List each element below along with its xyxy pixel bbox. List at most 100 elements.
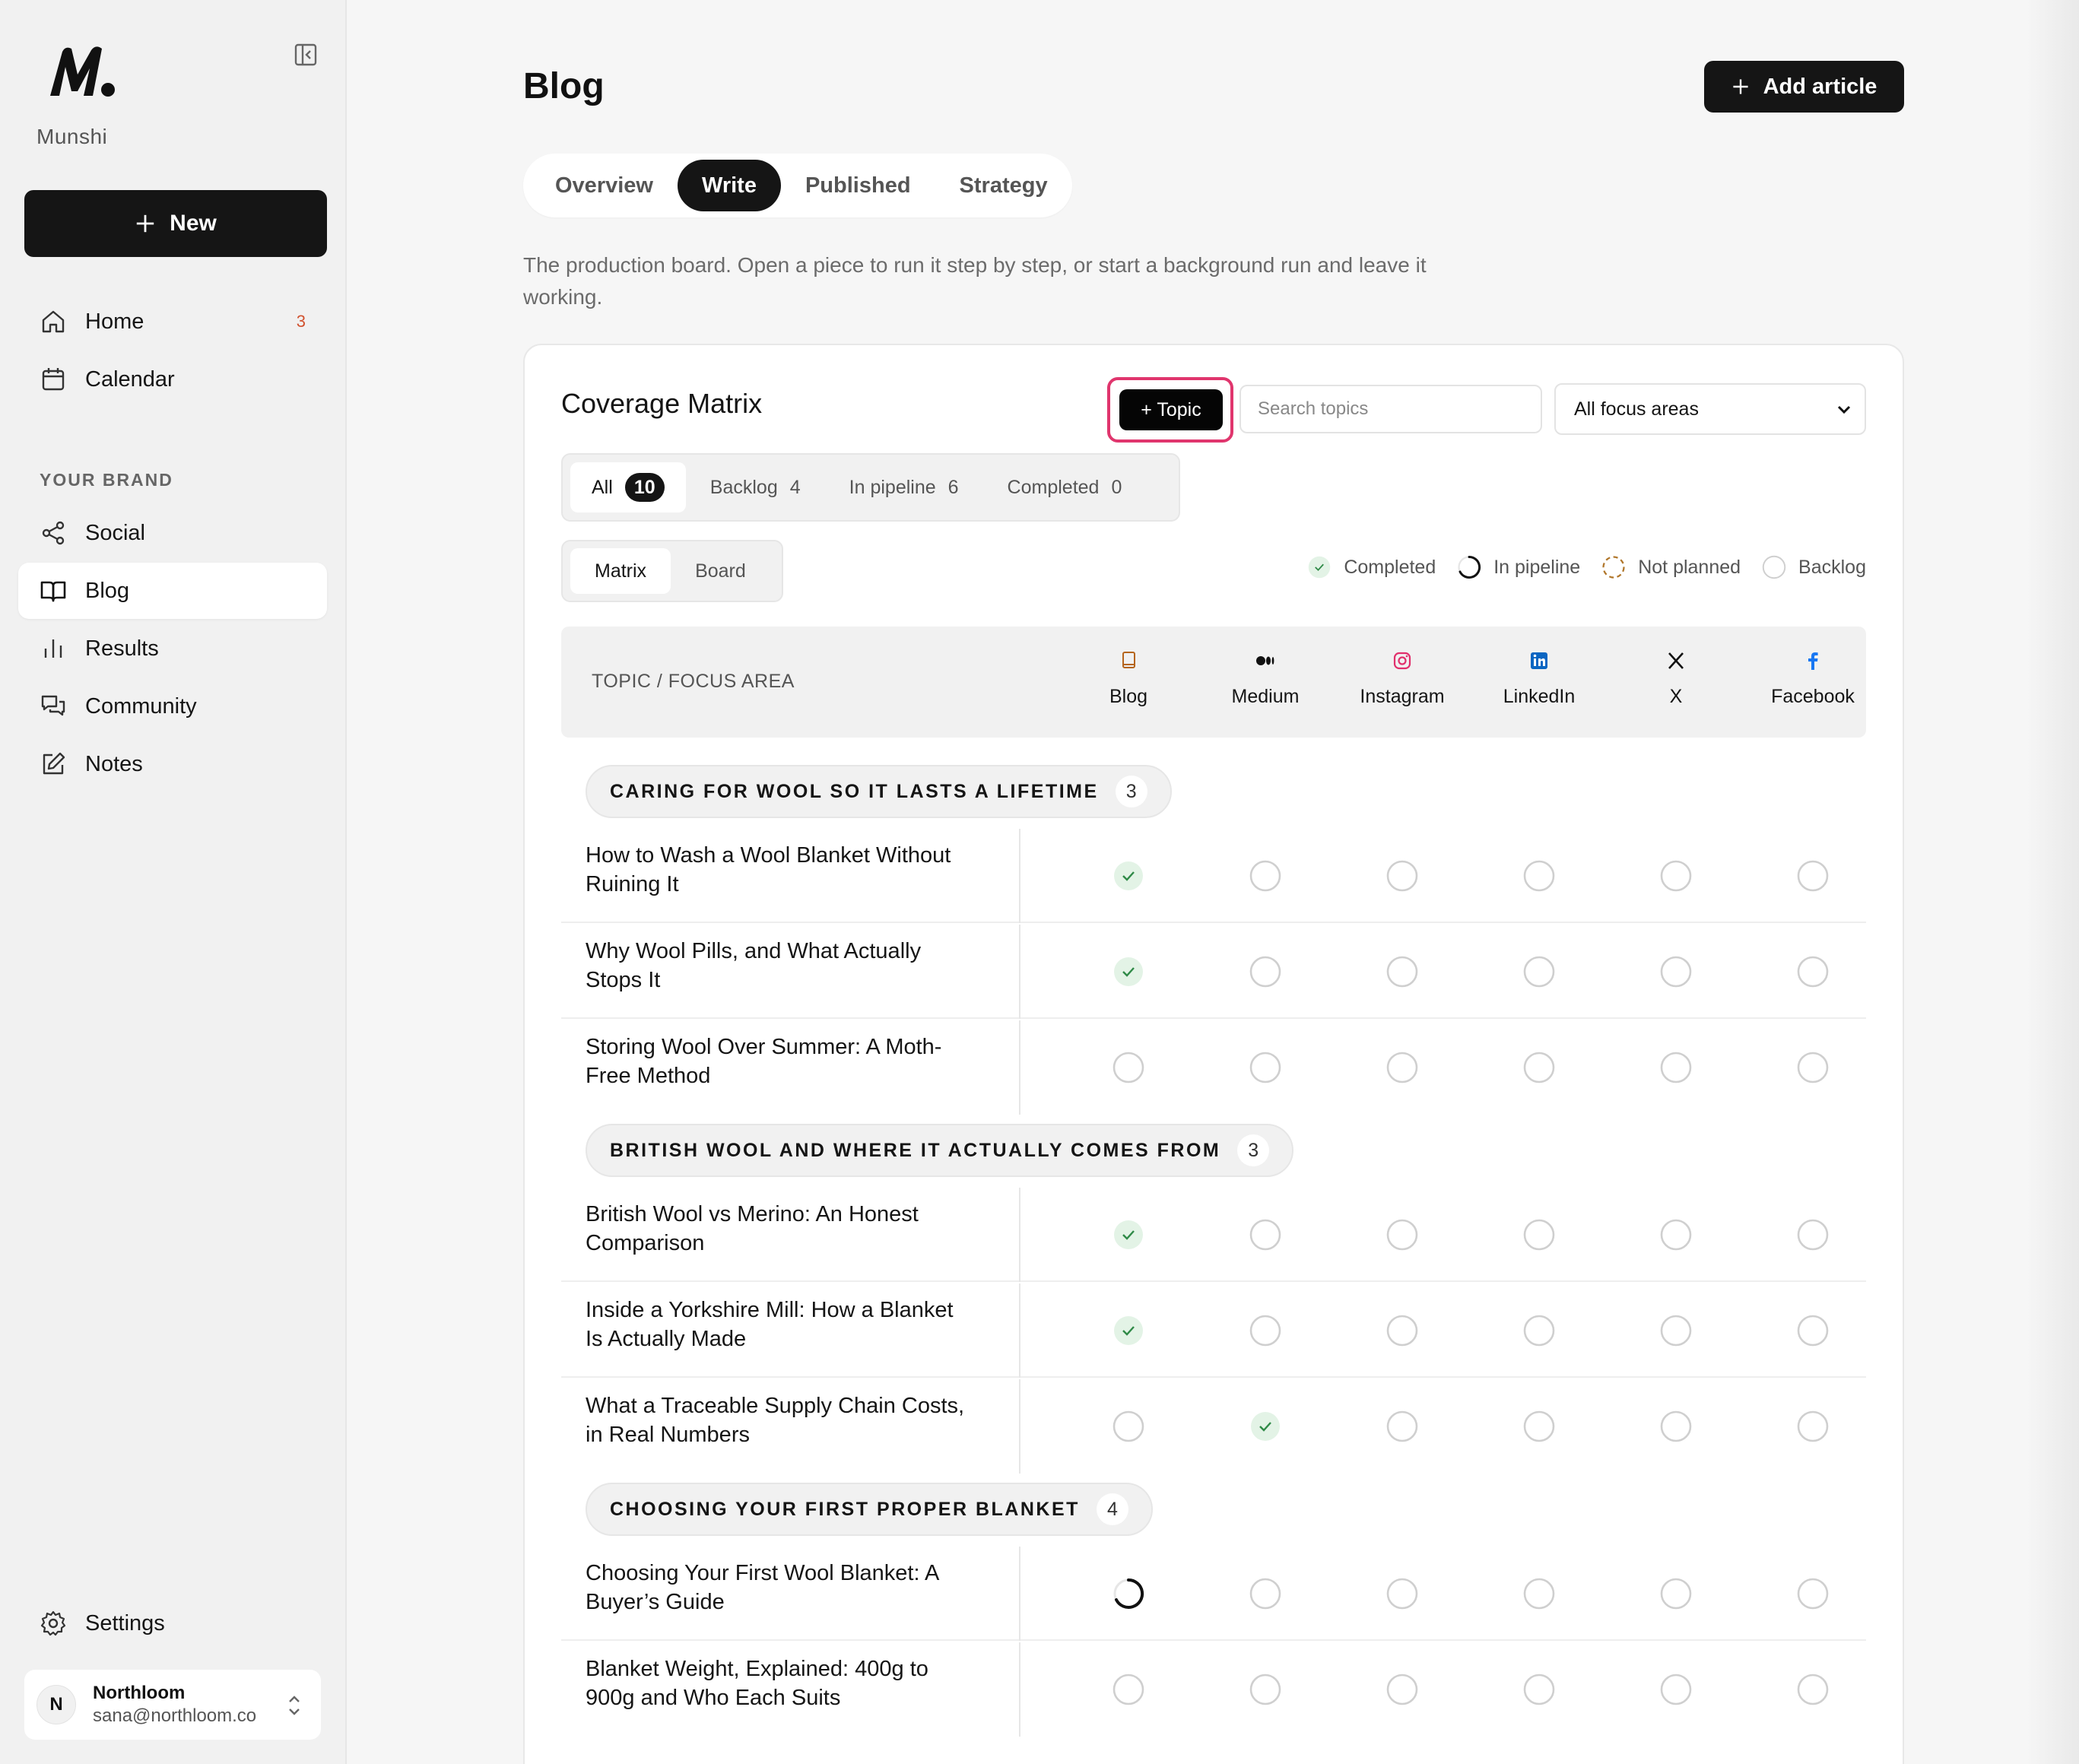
table-row[interactable]: What a Traceable Supply Chain Costs, in … [561,1379,1866,1474]
add-topic-button[interactable]: + Topic [1119,389,1223,430]
coverage-cell-linkedin[interactable] [1521,1312,1557,1349]
topic-title[interactable]: Storing Wool Over Summer: A Moth-Free Me… [586,1033,966,1090]
view-board[interactable]: Board [671,548,770,594]
topic-title[interactable]: Choosing Your First Wool Blanket: A Buye… [586,1559,966,1616]
coverage-cell-instagram[interactable] [1384,1217,1420,1253]
coverage-cell-x[interactable] [1658,953,1694,990]
backlog-status-icon [1797,860,1829,892]
sidebar-item-social[interactable]: Social [18,505,327,561]
coverage-cell-instagram[interactable] [1384,1312,1420,1349]
coverage-cell-blog[interactable] [1110,953,1147,990]
account-switcher[interactable]: N Northloom sana@northloom.co [24,1670,321,1740]
coverage-cell-x[interactable] [1658,1671,1694,1708]
coverage-cell-facebook[interactable] [1795,1671,1831,1708]
coverage-cell-x[interactable] [1658,1049,1694,1086]
column-linkedin: LinkedIn [1471,649,1608,708]
topic-title[interactable]: Inside a Yorkshire Mill: How a Blanket I… [586,1296,966,1353]
coverage-cell-blog[interactable] [1110,1671,1147,1708]
coverage-cell-blog[interactable] [1110,1217,1147,1253]
filter-backlog[interactable]: Backlog 4 [686,462,825,512]
topic-title[interactable]: How to Wash a Wool Blanket Without Ruini… [586,841,966,899]
section-label-your-brand: YOUR BRAND [40,470,173,490]
view-matrix[interactable]: Matrix [570,548,671,594]
coverage-cell-x[interactable] [1658,1575,1694,1612]
coverage-cell-facebook[interactable] [1795,1408,1831,1445]
coverage-cell-instagram[interactable] [1384,1408,1420,1445]
table-row[interactable]: How to Wash a Wool Blanket Without Ruini… [561,829,1866,923]
table-row[interactable]: British Wool vs Merino: An Honest Compar… [561,1188,1866,1282]
sidebar-item-calendar[interactable]: Calendar [18,351,327,408]
coverage-cell-facebook[interactable] [1795,1049,1831,1086]
coverage-cell-medium[interactable] [1247,1217,1284,1253]
table-row[interactable]: Choosing Your First Wool Blanket: A Buye… [561,1547,1866,1641]
table-row[interactable]: Blanket Weight, Explained: 400g to 900g … [561,1642,1866,1737]
sidebar-item-blog[interactable]: Blog [18,563,327,619]
coverage-cell-linkedin[interactable] [1521,1408,1557,1445]
group-header[interactable]: CHOOSING YOUR FIRST PROPER BLANKET 4 [586,1483,1153,1536]
coverage-cell-facebook[interactable] [1795,1217,1831,1253]
search-topics-input[interactable] [1239,385,1542,433]
coverage-cell-linkedin[interactable] [1521,953,1557,990]
coverage-cell-medium[interactable] [1247,858,1284,894]
coverage-cell-x[interactable] [1658,1408,1694,1445]
coverage-cell-blog[interactable] [1110,1408,1147,1445]
topic-title[interactable]: What a Traceable Supply Chain Costs, in … [586,1391,966,1449]
coverage-cell-medium[interactable] [1247,1671,1284,1708]
focus-area-select[interactable]: All focus areas [1554,383,1866,435]
coverage-cell-instagram[interactable] [1384,1049,1420,1086]
backlog-status-icon [1797,1578,1829,1610]
coverage-cell-medium[interactable] [1247,1312,1284,1349]
tab-overview[interactable]: Overview [531,160,678,211]
coverage-cell-instagram[interactable] [1384,1575,1420,1612]
sidebar-item-community[interactable]: Community [18,678,327,734]
coverage-cell-linkedin[interactable] [1521,858,1557,894]
blog-book-icon [1122,652,1135,668]
coverage-cell-linkedin[interactable] [1521,1671,1557,1708]
coverage-cell-linkedin[interactable] [1521,1575,1557,1612]
coverage-matrix-card: Coverage Matrix + Topic All focus areas … [523,344,1904,1764]
coverage-cell-linkedin[interactable] [1521,1217,1557,1253]
sidebar-item-settings[interactable]: Settings [18,1595,327,1651]
sidebar-item-results[interactable]: Results [18,620,327,677]
table-row[interactable]: Storing Wool Over Summer: A Moth-Free Me… [561,1020,1866,1115]
coverage-cell-blog[interactable] [1110,1049,1147,1086]
collapse-sidebar-button[interactable] [290,40,321,70]
backlog-status-icon [1660,860,1692,892]
topic-title[interactable]: Why Wool Pills, and What Actually Stops … [586,937,966,995]
filter-completed[interactable]: Completed 0 [983,462,1147,512]
coverage-cell-facebook[interactable] [1795,1312,1831,1349]
filter-all[interactable]: All 10 [570,462,686,512]
column-x: X [1608,649,1744,708]
coverage-cell-x[interactable] [1658,858,1694,894]
tab-published[interactable]: Published [781,160,935,211]
coverage-cell-linkedin[interactable] [1521,1049,1557,1086]
sidebar-item-home[interactable]: Home 3 [18,293,327,350]
coverage-cell-medium[interactable] [1247,953,1284,990]
coverage-cell-facebook[interactable] [1795,1575,1831,1612]
coverage-cell-medium[interactable] [1247,1575,1284,1612]
group-header[interactable]: CARING FOR WOOL SO IT LASTS A LIFETIME 3 [586,765,1172,818]
coverage-cell-x[interactable] [1658,1217,1694,1253]
new-button[interactable]: New [24,190,327,257]
tab-strategy[interactable]: Strategy [935,160,1072,211]
coverage-cell-medium[interactable] [1247,1049,1284,1086]
coverage-cell-instagram[interactable] [1384,858,1420,894]
coverage-cell-blog[interactable] [1110,1312,1147,1349]
sidebar-item-notes[interactable]: Notes [18,736,327,792]
tab-write[interactable]: Write [677,160,781,211]
coverage-cell-blog[interactable] [1110,1575,1147,1612]
table-row[interactable]: Why Wool Pills, and What Actually Stops … [561,925,1866,1019]
group-header[interactable]: BRITISH WOOL AND WHERE IT ACTUALLY COMES… [586,1124,1294,1177]
topic-title[interactable]: Blanket Weight, Explained: 400g to 900g … [586,1655,966,1712]
coverage-cell-instagram[interactable] [1384,953,1420,990]
coverage-cell-x[interactable] [1658,1312,1694,1349]
coverage-cell-instagram[interactable] [1384,1671,1420,1708]
coverage-cell-facebook[interactable] [1795,858,1831,894]
add-article-button[interactable]: Add article [1704,61,1904,113]
table-row[interactable]: Inside a Yorkshire Mill: How a Blanket I… [561,1283,1866,1378]
coverage-cell-medium[interactable] [1247,1408,1284,1445]
coverage-cell-blog[interactable] [1110,858,1147,894]
filter-in-pipeline[interactable]: In pipeline 6 [825,462,983,512]
coverage-cell-facebook[interactable] [1795,953,1831,990]
topic-title[interactable]: British Wool vs Merino: An Honest Compar… [586,1200,966,1258]
